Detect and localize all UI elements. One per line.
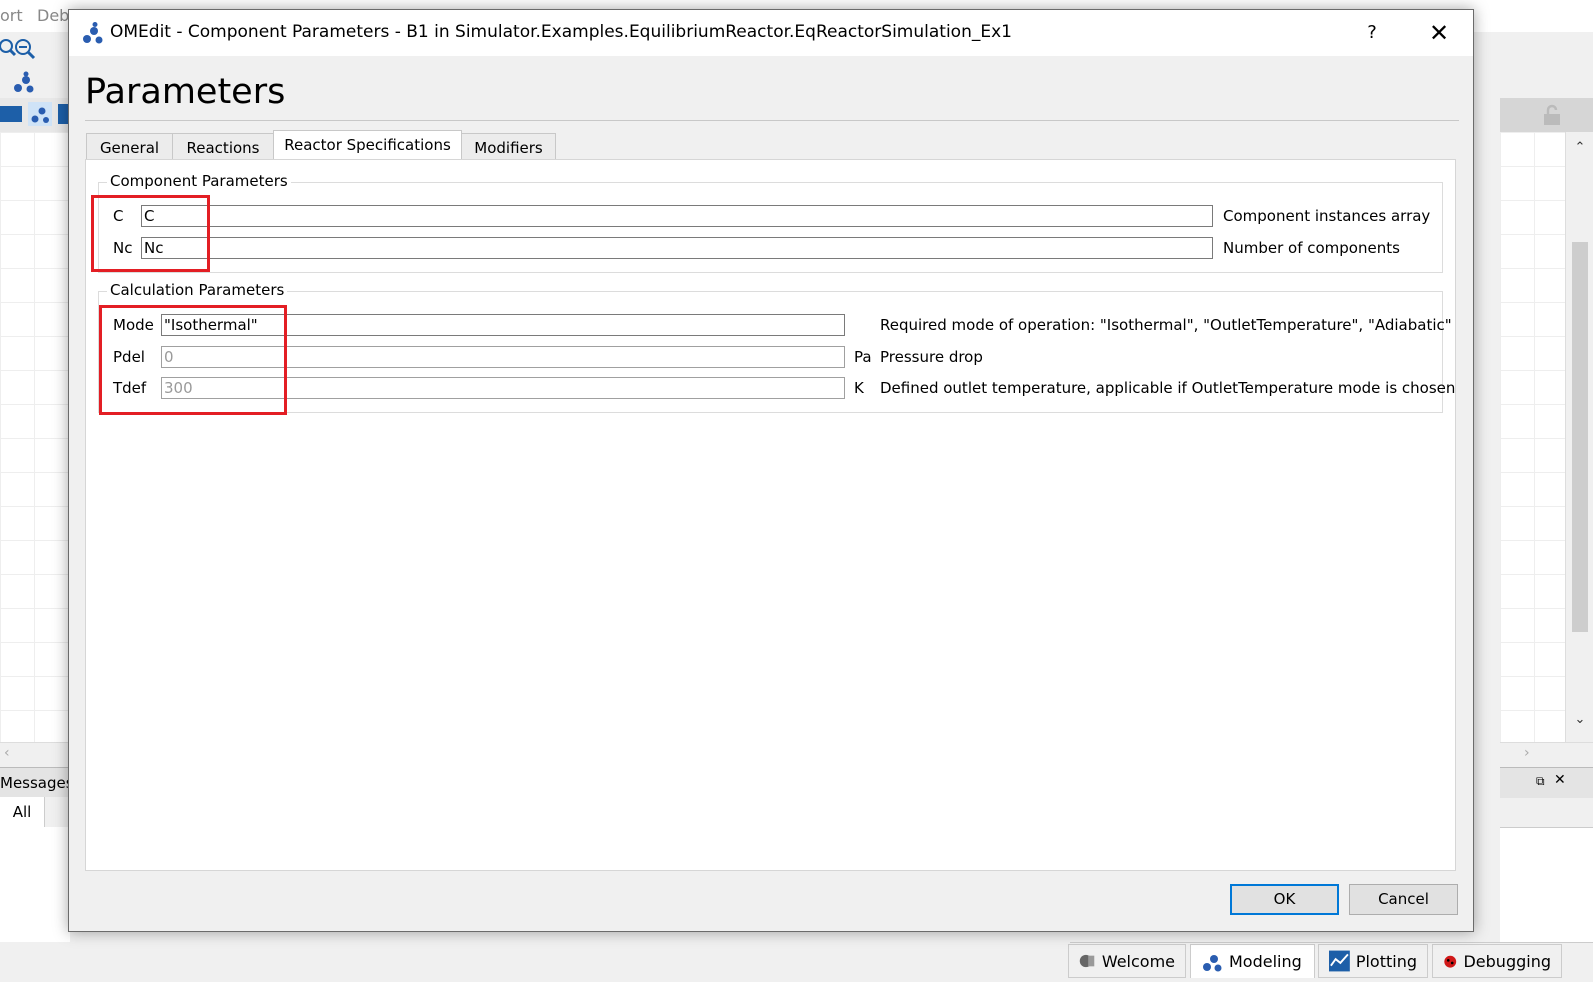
param-unit-tdef: K — [854, 379, 864, 397]
messages-title: Messages — [0, 774, 74, 792]
perspective-modeling-label: Modeling — [1229, 952, 1302, 971]
perspective-plotting[interactable]: Plotting — [1318, 944, 1428, 978]
param-label-nc: Nc — [113, 239, 133, 257]
modeling-canvas-left — [0, 132, 70, 742]
divider — [85, 120, 1459, 121]
param-description-pdel: Pressure drop — [880, 348, 983, 366]
tab-modifiers[interactable]: Modifiers — [461, 133, 556, 159]
perspective-welcome[interactable]: Welcome — [1068, 944, 1186, 978]
param-description-nc: Number of components — [1223, 239, 1400, 257]
help-button[interactable]: ? — [1357, 18, 1387, 48]
group-title: Component Parameters — [107, 172, 291, 190]
perspective-modeling[interactable]: Modeling — [1190, 944, 1315, 978]
horizontal-scrollbar-left[interactable]: ‹ — [0, 742, 70, 765]
ok-button[interactable]: OK — [1230, 884, 1339, 915]
param-input-c[interactable]: C — [141, 205, 1213, 227]
param-label-mode: Mode — [113, 316, 154, 334]
menu-item-debug[interactable]: Deb — [37, 6, 69, 25]
param-description-tdef: Defined outlet temperature, applicable i… — [880, 379, 1456, 397]
param-label-pdel: Pdel — [113, 348, 145, 366]
welcome-icon — [1079, 954, 1095, 968]
text-view-icon[interactable] — [58, 104, 68, 124]
plotting-icon — [1329, 950, 1350, 972]
messages-tab-all[interactable]: All — [0, 797, 45, 827]
component-parameters-dialog: OMEdit - Component Parameters - B1 in Si… — [68, 9, 1474, 932]
param-label-c: C — [113, 207, 124, 225]
toolbar-left-3 — [0, 98, 70, 133]
tab-reactions[interactable]: Reactions — [172, 133, 274, 159]
perspective-debugging-label: Debugging — [1463, 951, 1551, 971]
tab-reactor-specifications[interactable]: Reactor Specifications — [273, 130, 462, 160]
omedit-logo-icon — [83, 22, 103, 44]
chevron-down-icon[interactable]: ⌄ — [1572, 712, 1588, 727]
param-input-mode[interactable]: "Isothermal" — [161, 314, 845, 336]
omedit-model-icon[interactable] — [12, 70, 36, 94]
param-input-pdel[interactable]: 0 — [161, 346, 845, 368]
messages-body — [0, 827, 70, 942]
group-title: Calculation Parameters — [107, 281, 288, 299]
param-description-c: Component instances array — [1223, 207, 1431, 225]
chevron-left-icon[interactable]: ‹ — [4, 745, 10, 761]
float-icon[interactable]: ⧉ — [1536, 774, 1545, 789]
modeling-icon — [1203, 954, 1222, 971]
lock-icon[interactable] — [1540, 103, 1564, 127]
tab-general[interactable]: General — [86, 133, 173, 159]
connector-icon[interactable] — [0, 106, 22, 122]
toolbar-right-2 — [1500, 98, 1593, 133]
scrollbar-thumb[interactable] — [1572, 242, 1588, 632]
menu-item-export[interactable]: ort — [0, 6, 23, 25]
cancel-button[interactable]: Cancel — [1349, 884, 1458, 915]
close-button[interactable]: ✕ — [1424, 18, 1454, 48]
param-unit-pdel: Pa — [854, 348, 872, 366]
page-title: Parameters — [85, 72, 286, 112]
toolbar-left — [0, 32, 70, 65]
toolbar-right — [1500, 32, 1593, 99]
vertical-scrollbar[interactable]: ⌃ ⌄ — [1565, 132, 1593, 742]
debugging-icon — [1444, 955, 1457, 968]
window-title: OMEdit - Component Parameters - B1 in Si… — [110, 22, 1012, 42]
dialog-titlebar: OMEdit - Component Parameters - B1 in Si… — [69, 10, 1473, 56]
zoom-out-icon[interactable] — [14, 38, 36, 60]
tab-panel: Component Parameters C C Component insta… — [85, 159, 1456, 871]
diagram-view-icon[interactable] — [28, 102, 52, 126]
horizontal-scrollbar-right[interactable]: › — [1500, 742, 1593, 765]
toolbar-left-2 — [0, 64, 70, 98]
messages-header: Messages — [0, 767, 74, 798]
perspective-debugging[interactable]: Debugging — [1432, 944, 1562, 978]
chevron-up-icon[interactable]: ⌃ — [1572, 140, 1588, 155]
perspective-welcome-label: Welcome — [1101, 951, 1175, 971]
param-input-nc[interactable]: Nc — [141, 237, 1213, 259]
component-parameters-group: Component Parameters — [98, 172, 1443, 273]
param-input-tdef[interactable]: 300 — [161, 377, 845, 399]
close-icon[interactable]: ✕ — [1554, 772, 1566, 788]
param-description-mode: Required mode of operation: "Isothermal"… — [880, 316, 1452, 334]
perspective-plotting-label: Plotting — [1355, 951, 1417, 971]
messages-header-right: ⧉ ✕ — [1500, 767, 1593, 798]
param-label-tdef: Tdef — [113, 379, 147, 397]
chevron-right-icon[interactable]: › — [1524, 745, 1530, 761]
messages-body-right — [1500, 827, 1593, 943]
modeling-canvas-right — [1500, 132, 1565, 742]
